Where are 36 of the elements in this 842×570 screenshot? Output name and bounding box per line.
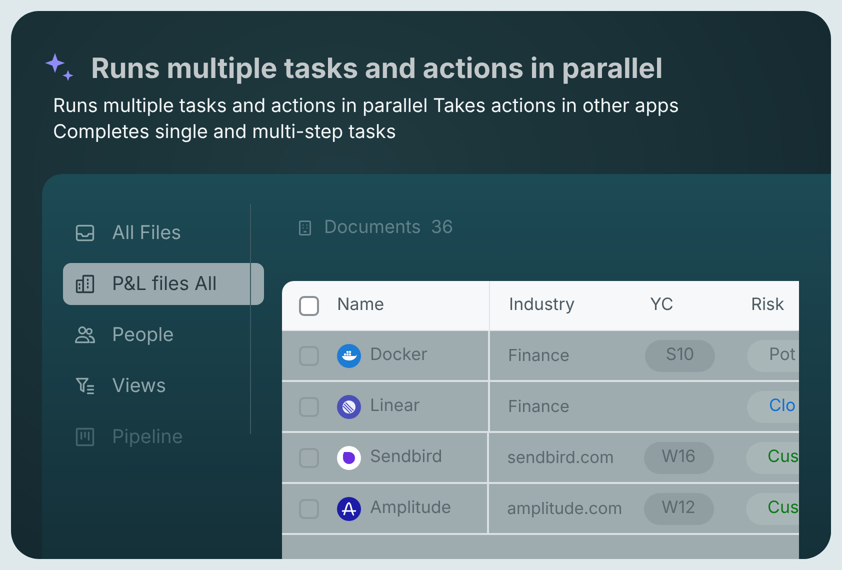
building-icon	[296, 218, 314, 236]
building-icon	[74, 273, 96, 295]
heading: Runs multiple tasks and actions in parallel	[91, 51, 663, 85]
sidebar-item[interactable]: All Files	[63, 212, 264, 254]
company-name: Linear	[370, 394, 420, 418]
column-header[interactable]: YC	[650, 292, 751, 318]
documents-count: 36	[430, 216, 454, 240]
column-header[interactable]: Industry	[490, 292, 650, 318]
risk-tag: Cus	[746, 442, 799, 474]
table-cell-text: Finance	[507, 395, 571, 418]
risk-tag: Pot	[747, 340, 799, 372]
table-row[interactable]: Linear Finance Clo	[282, 382, 799, 433]
company-name: Docker	[370, 344, 428, 367]
risk-tag: Cus	[746, 492, 799, 524]
column-header[interactable]: Risk	[751, 292, 784, 318]
blob-logo-icon	[337, 446, 361, 470]
checkbox[interactable]	[299, 296, 319, 316]
company-name: Sendbird	[370, 446, 442, 469]
wave-logo-icon	[337, 496, 361, 520]
whale-logo-icon	[337, 344, 361, 368]
documents-label: Documents	[324, 216, 421, 240]
table-cell-text: Finance	[507, 344, 571, 368]
table-cell-text: sendbird.com	[506, 446, 616, 470]
company-name: Amplitude	[370, 496, 452, 520]
board-icon	[74, 426, 96, 448]
description: Runs multiple tasks and actions in parallel Takes actions in other apps Completes single and multi-step tasks	[52, 93, 680, 145]
column-header[interactable]: Name	[337, 292, 384, 318]
people-icon	[74, 324, 96, 346]
sidebar-item[interactable]: P&L files All	[63, 263, 264, 305]
risk-tag: Clo	[747, 390, 799, 422]
inbox-icon	[74, 222, 96, 244]
sidebar-item[interactable]: Views	[63, 365, 264, 407]
table-cell-text: amplitude.com	[506, 497, 624, 520]
striped-circle-logo-icon	[337, 394, 361, 418]
filter-icon	[74, 375, 96, 397]
sidebar-item[interactable]: People	[63, 314, 264, 356]
